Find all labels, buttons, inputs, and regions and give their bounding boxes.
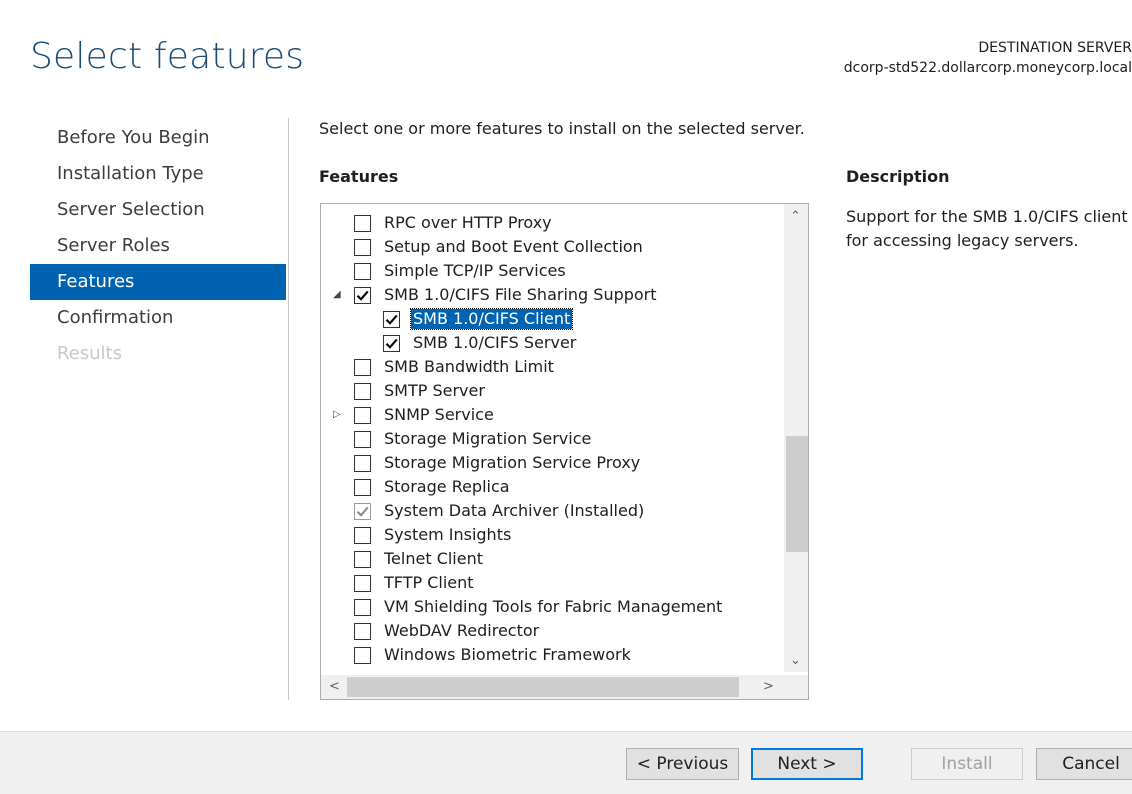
feature-description: Support for the SMB 1.0/CIFS client for … (846, 207, 1128, 250)
collapsed-triangle-icon[interactable]: ▷ (333, 410, 343, 420)
feature-row[interactable]: SMTP Server (321, 380, 782, 404)
feature-label[interactable]: Storage Replica (382, 477, 512, 497)
nav-item-features[interactable]: Features (30, 264, 286, 300)
features-header: Features (319, 167, 399, 186)
horizontal-scrollbar[interactable]: < > (321, 675, 808, 699)
feature-checkbox[interactable] (383, 311, 400, 328)
wizard-footer: < Previous Next > Install Cancel (0, 731, 1132, 794)
feature-checkbox[interactable] (354, 647, 371, 664)
feature-checkbox[interactable] (354, 479, 371, 496)
feature-checkbox[interactable] (354, 551, 371, 568)
feature-label[interactable]: Setup and Boot Event Collection (382, 237, 645, 257)
feature-label[interactable]: SMTP Server (382, 381, 487, 401)
feature-row[interactable]: Telnet Client (321, 548, 782, 572)
wizard-nav: Before You Begin Installation Type Serve… (30, 120, 286, 372)
previous-button[interactable]: < Previous (626, 748, 739, 780)
destination-server-label: DESTINATION SERVER (978, 40, 1132, 56)
feature-checkbox[interactable] (354, 623, 371, 640)
expanded-triangle-icon[interactable]: ◢ (333, 290, 343, 300)
scroll-down-icon[interactable]: ⌄ (790, 654, 801, 668)
feature-label[interactable]: RPC over HTTP Proxy (382, 213, 554, 233)
description-header: Description (846, 167, 950, 186)
nav-item-server-selection[interactable]: Server Selection (30, 192, 286, 228)
install-button: Install (911, 748, 1023, 780)
nav-item-results: Results (57, 343, 122, 364)
feature-label[interactable]: System Data Archiver (Installed) (382, 501, 646, 521)
feature-checkbox[interactable] (354, 455, 371, 472)
feature-label[interactable]: WebDAV Redirector (382, 621, 541, 641)
feature-checkbox (354, 503, 371, 520)
feature-checkbox[interactable] (354, 239, 371, 256)
feature-row[interactable]: VM Shielding Tools for Fabric Management (321, 596, 782, 620)
feature-checkbox[interactable] (354, 263, 371, 280)
feature-checkbox[interactable] (383, 335, 400, 352)
feature-label[interactable]: Storage Migration Service Proxy (382, 453, 642, 473)
feature-label[interactable]: Windows Biometric Framework (382, 645, 633, 665)
feature-checkbox[interactable] (354, 383, 371, 400)
feature-row[interactable]: System Data Archiver (Installed) (321, 500, 782, 524)
feature-row[interactable]: ◢ SMB 1.0/CIFS File Sharing Support (321, 284, 782, 308)
feature-label[interactable]: SNMP Service (382, 405, 496, 425)
feature-label[interactable]: Simple TCP/IP Services (382, 261, 568, 281)
feature-row[interactable]: ▷ SNMP Service (321, 404, 782, 428)
feature-label[interactable]: SMB 1.0/CIFS Client (409, 308, 574, 330)
feature-checkbox[interactable] (354, 287, 371, 304)
page-title: Select features (30, 36, 305, 77)
feature-row[interactable]: Windows Biometric Framework (321, 644, 782, 668)
vertical-scrollbar[interactable]: ⌃ ⌄ (784, 204, 808, 672)
feature-checkbox[interactable] (354, 527, 371, 544)
scroll-up-icon[interactable]: ⌃ (790, 210, 801, 224)
nav-item-server-roles[interactable]: Server Roles (30, 228, 286, 264)
feature-row[interactable]: SMB Bandwidth Limit (321, 356, 782, 380)
feature-row[interactable]: TFTP Client (321, 572, 782, 596)
feature-checkbox[interactable] (354, 359, 371, 376)
features-rows: RPC over HTTP Proxy Setup and Boot Event … (321, 212, 782, 668)
scroll-left-icon[interactable]: < (329, 680, 340, 694)
horizontal-scroll-thumb[interactable] (347, 677, 739, 697)
destination-server-name: dcorp-std522.dollarcorp.moneycorp.local (843, 60, 1132, 76)
feature-row[interactable]: SMB 1.0/CIFS Server (321, 332, 782, 356)
feature-label[interactable]: VM Shielding Tools for Fabric Management (382, 597, 724, 617)
feature-label[interactable]: Telnet Client (382, 549, 485, 569)
feature-row[interactable]: Storage Migration Service (321, 428, 782, 452)
feature-row[interactable]: RPC over HTTP Proxy (321, 212, 782, 236)
feature-checkbox[interactable] (354, 575, 371, 592)
nav-divider (288, 118, 289, 700)
feature-checkbox[interactable] (354, 407, 371, 424)
nav-item-confirmation[interactable]: Confirmation (30, 300, 286, 336)
feature-label[interactable]: Storage Migration Service (382, 429, 593, 449)
feature-row[interactable]: Setup and Boot Event Collection (321, 236, 782, 260)
feature-row[interactable]: Simple TCP/IP Services (321, 260, 782, 284)
feature-checkbox[interactable] (354, 215, 371, 232)
feature-row[interactable]: System Insights (321, 524, 782, 548)
instructions-text: Select one or more features to install o… (319, 119, 805, 138)
scroll-right-icon[interactable]: > (763, 680, 774, 694)
feature-label[interactable]: SMB 1.0/CIFS Server (411, 333, 578, 353)
cancel-button[interactable]: Cancel (1036, 748, 1132, 780)
nav-item-installation-type[interactable]: Installation Type (30, 156, 286, 192)
nav-item-before-you-begin[interactable]: Before You Begin (30, 120, 286, 156)
destination-server-info: DESTINATION SERVER dcorp-std522.dollarco… (844, 38, 1132, 78)
feature-label[interactable]: TFTP Client (382, 573, 476, 593)
feature-label[interactable]: SMB Bandwidth Limit (382, 357, 556, 377)
feature-label[interactable]: SMB 1.0/CIFS File Sharing Support (382, 285, 659, 305)
feature-checkbox[interactable] (354, 431, 371, 448)
feature-row[interactable]: Storage Replica (321, 476, 782, 500)
next-button[interactable]: Next > (751, 748, 863, 780)
feature-row[interactable]: Storage Migration Service Proxy (321, 452, 782, 476)
feature-label[interactable]: System Insights (382, 525, 513, 545)
vertical-scroll-thumb[interactable] (786, 436, 808, 552)
feature-row[interactable]: WebDAV Redirector (321, 620, 782, 644)
feature-checkbox[interactable] (354, 599, 371, 616)
feature-row[interactable]: SMB 1.0/CIFS Client (321, 308, 782, 332)
features-tree[interactable]: RPC over HTTP Proxy Setup and Boot Event … (320, 203, 809, 700)
